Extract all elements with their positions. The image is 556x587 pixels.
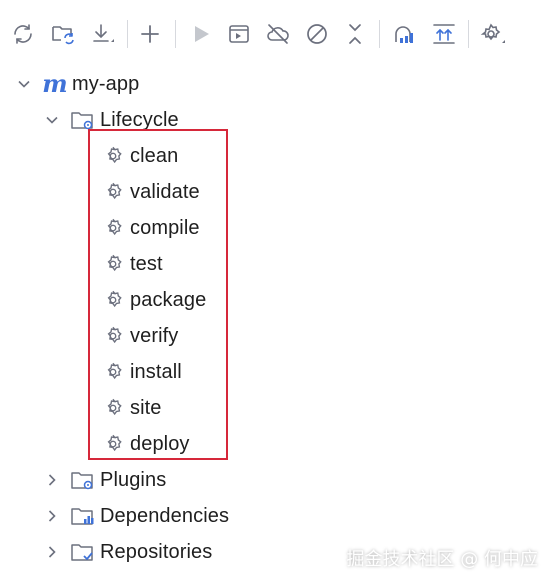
offline-icon[interactable] bbox=[263, 14, 293, 54]
watermark: 掘金技术社区 @ 何中应 bbox=[346, 549, 538, 570]
download-icon[interactable] bbox=[88, 14, 118, 54]
dependencies-folder-icon bbox=[70, 503, 96, 529]
tree-node-plugins[interactable]: Plugins bbox=[42, 462, 166, 498]
tree-node-repositories[interactable]: Repositories bbox=[42, 534, 212, 570]
analyze-dependencies-icon[interactable] bbox=[389, 14, 419, 54]
dependencies-label: Dependencies bbox=[100, 504, 230, 527]
tree-node-dependencies[interactable]: Dependencies bbox=[42, 498, 229, 534]
highlight-box bbox=[88, 129, 228, 460]
chevron-down-icon[interactable] bbox=[14, 74, 34, 94]
collapse-icon[interactable] bbox=[340, 14, 370, 54]
execute-goal-icon[interactable] bbox=[224, 14, 254, 54]
chevron-right-icon[interactable] bbox=[42, 470, 62, 490]
repositories-folder-icon bbox=[70, 539, 96, 565]
run-icon[interactable] bbox=[186, 14, 216, 54]
maven-logo-icon: m bbox=[42, 69, 68, 98]
repositories-label: Repositories bbox=[100, 540, 213, 563]
plugins-label: Plugins bbox=[100, 468, 167, 491]
project-label: my-app bbox=[72, 72, 140, 95]
skip-tests-icon[interactable] bbox=[302, 14, 332, 54]
reload-icon[interactable] bbox=[8, 14, 38, 54]
chevron-right-icon[interactable] bbox=[42, 542, 62, 562]
expand-all-icon[interactable] bbox=[429, 14, 459, 54]
add-icon[interactable] bbox=[135, 14, 165, 54]
tree-node-project[interactable]: m my-app bbox=[14, 66, 139, 102]
settings-icon[interactable] bbox=[478, 14, 508, 54]
chevron-down-icon[interactable] bbox=[42, 110, 62, 130]
reload-projects-icon[interactable] bbox=[48, 14, 78, 54]
chevron-right-icon[interactable] bbox=[42, 506, 62, 526]
plugins-folder-icon bbox=[70, 467, 96, 493]
maven-toolbar bbox=[0, 14, 556, 54]
